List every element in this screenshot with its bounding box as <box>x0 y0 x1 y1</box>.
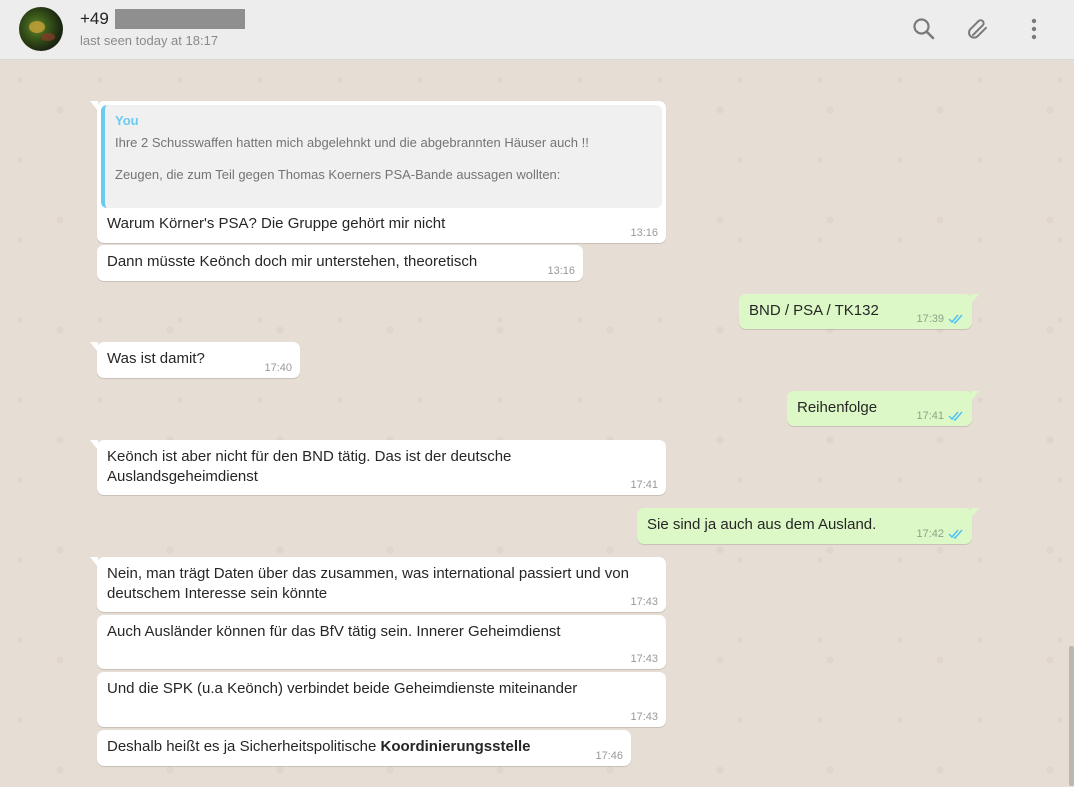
quoted-text-line: Ihre 2 Schusswaffen hatten mich abgelehn… <box>115 135 589 150</box>
scrollbar[interactable] <box>1069 646 1074 786</box>
message-text: Warum Körner's PSA? Die Gruppe gehört mi… <box>107 215 446 232</box>
message-text: BND / PSA / TK132 <box>749 302 879 319</box>
message-text-line: Keönch ist aber nicht für den BND tätig.… <box>107 448 512 465</box>
quoted-author: You <box>115 113 139 128</box>
quoted-message[interactable]: You Ihre 2 Schusswaffen hatten mich abge… <box>101 105 662 208</box>
avatar-image-detail <box>29 21 45 33</box>
message-text-line: deutschem Interesse sein könnte <box>107 585 328 602</box>
contact-avatar[interactable] <box>19 7 63 51</box>
message-time: 17:46 <box>595 750 623 762</box>
message-bubble-incoming[interactable]: Nein, man trägt Daten über das zusammen,… <box>90 557 666 612</box>
attach-icon[interactable] <box>964 14 994 44</box>
message-time: 17:43 <box>630 711 658 723</box>
message-text: Reihenfolge <box>797 399 878 416</box>
message-time: 17:40 <box>264 362 292 374</box>
chat-header: +49 last seen today at 18:17 <box>0 0 1074 60</box>
message-bubble-incoming[interactable]: Keönch ist aber nicht für den BND tätig.… <box>90 440 666 495</box>
message-text-line: Auslandsgeheimdienst <box>107 468 258 485</box>
message-time: 17:41 <box>916 410 944 422</box>
search-icon[interactable] <box>909 14 939 44</box>
message-text: Deshalb heißt es ja Sicherheitspolitisch… <box>107 738 381 755</box>
message-time: 17:41 <box>630 479 658 491</box>
read-ticks-icon <box>948 411 963 421</box>
message-text-line: Nein, man trägt Daten über das zusammen,… <box>107 565 629 582</box>
message-bubble-outgoing[interactable]: Reihenfolge 17:41 <box>787 391 979 426</box>
message-time: 17:43 <box>630 653 658 665</box>
message-bubble-incoming[interactable]: You Ihre 2 Schusswaffen hatten mich abge… <box>90 101 666 243</box>
message-text-bold: Koordinierungsstelle <box>380 738 531 755</box>
message-bubble-incoming[interactable]: Auch Ausländer können für das BfV tätig … <box>97 615 666 669</box>
message-time: 17:43 <box>630 596 658 608</box>
message-time: 13:16 <box>630 227 658 239</box>
message-bubble-outgoing[interactable]: BND / PSA / TK132 17:39 <box>739 294 979 329</box>
message-bubble-incoming[interactable]: Und die SPK (u.a Keönch) verbindet beide… <box>97 672 666 727</box>
message-bubble-incoming[interactable]: Dann müsste Keönch doch mir unterstehen,… <box>97 245 583 281</box>
contact-name[interactable]: +49 <box>80 9 109 29</box>
menu-icon[interactable] <box>1019 14 1049 44</box>
message-text: Und die SPK (u.a Keönch) verbindet beide… <box>107 680 578 697</box>
message-text: Was ist damit? <box>107 350 205 367</box>
last-seen-status: last seen today at 18:17 <box>80 33 219 48</box>
message-bubble-incoming[interactable]: Deshalb heißt es ja Sicherheitspolitisch… <box>97 730 631 766</box>
message-text: Auch Ausländer können für das BfV tätig … <box>107 623 561 640</box>
message-time: 13:16 <box>547 265 575 277</box>
read-ticks-icon <box>948 529 963 539</box>
message-time: 17:42 <box>916 528 944 540</box>
redacted-phone-number <box>115 9 245 29</box>
read-ticks-icon <box>948 314 963 324</box>
message-text: Sie sind ja auch aus dem Ausland. <box>647 516 877 533</box>
message-text: Dann müsste Keönch doch mir unterstehen,… <box>107 253 478 270</box>
avatar-image-detail <box>41 33 55 41</box>
message-time: 17:39 <box>916 313 944 325</box>
message-bubble-outgoing[interactable]: Sie sind ja auch aus dem Ausland. 17:42 <box>637 508 979 544</box>
message-bubble-incoming[interactable]: Was ist damit? 17:40 <box>90 342 300 378</box>
quoted-text-line: Zeugen, die zum Teil gegen Thomas Koerne… <box>115 167 561 182</box>
